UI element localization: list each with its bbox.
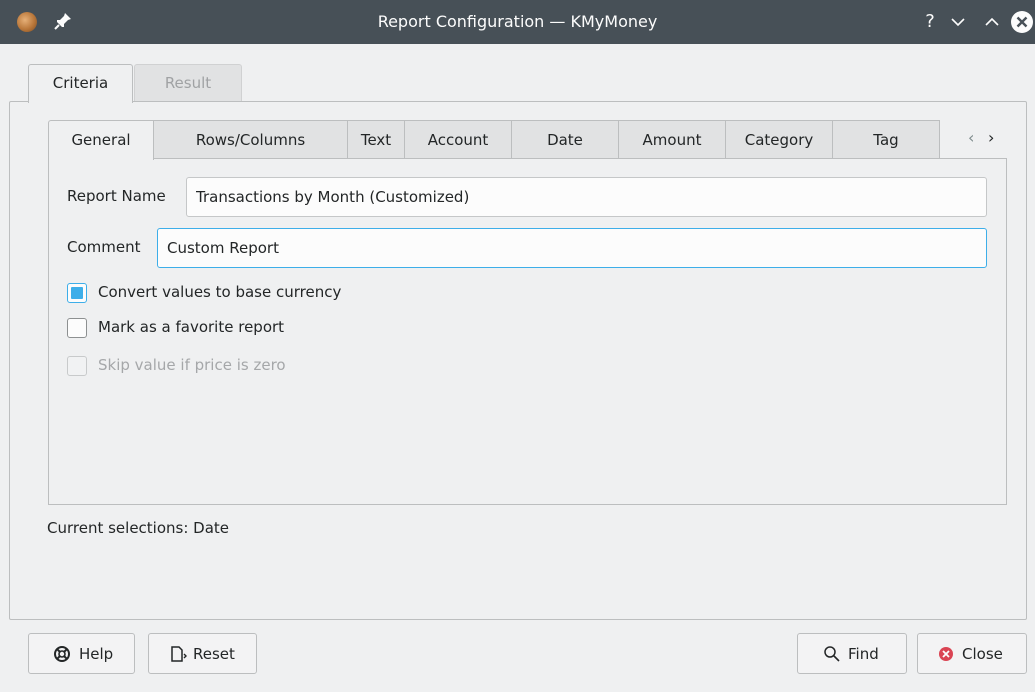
search-icon bbox=[824, 646, 840, 662]
tab-rows-columns[interactable]: Rows/Columns bbox=[154, 120, 348, 159]
tab-scroll-buttons: ‹ › bbox=[940, 120, 1010, 159]
comment-input[interactable] bbox=[157, 228, 987, 268]
report-name-input[interactable] bbox=[186, 177, 987, 217]
skip-zero-price-checkbox bbox=[67, 356, 87, 376]
close-button-label: Close bbox=[962, 645, 1003, 663]
favorite-report-label: Mark as a favorite report bbox=[98, 318, 285, 336]
close-window-icon[interactable] bbox=[1010, 10, 1034, 34]
tab-criteria[interactable]: Criteria bbox=[28, 64, 133, 103]
current-selections-text: Current selections: Date bbox=[47, 519, 230, 537]
convert-base-currency-label: Convert values to base currency bbox=[98, 283, 342, 301]
help-button[interactable]: Help bbox=[28, 633, 135, 674]
report-name-label: Report Name bbox=[67, 187, 166, 205]
help-button-label: Help bbox=[79, 645, 114, 663]
context-help-button[interactable]: ? bbox=[918, 10, 942, 34]
scroll-tabs-right-icon[interactable]: › bbox=[988, 128, 994, 147]
title-bar: Report Configuration — KMyMoney ? bbox=[0, 0, 1035, 44]
maximize-icon[interactable] bbox=[980, 10, 1004, 34]
tab-amount[interactable]: Amount bbox=[619, 120, 726, 159]
skip-zero-price-label: Skip value if price is zero bbox=[98, 356, 286, 374]
tab-date[interactable]: Date bbox=[512, 120, 619, 159]
reset-button[interactable]: Reset bbox=[148, 633, 257, 674]
help-lifebuoy-icon bbox=[54, 646, 70, 662]
window-title: Report Configuration — KMyMoney bbox=[377, 12, 658, 31]
favorite-report-checkbox[interactable] bbox=[67, 318, 87, 338]
comment-label: Comment bbox=[67, 238, 141, 256]
tab-result[interactable]: Result bbox=[134, 64, 242, 102]
tab-account[interactable]: Account bbox=[405, 120, 512, 159]
find-button[interactable]: Find bbox=[797, 633, 907, 674]
reset-document-icon bbox=[171, 646, 187, 662]
reset-button-label: Reset bbox=[193, 645, 235, 663]
tab-tag[interactable]: Tag bbox=[833, 120, 940, 159]
find-button-label: Find bbox=[848, 645, 879, 663]
inner-tab-bar: General Rows/Columns Text Account Date A… bbox=[48, 120, 1010, 160]
scroll-tabs-left-icon[interactable]: ‹ bbox=[968, 128, 974, 147]
tab-text[interactable]: Text bbox=[348, 120, 405, 159]
tab-category[interactable]: Category bbox=[726, 120, 833, 159]
close-button[interactable]: Close bbox=[917, 633, 1027, 674]
minimize-icon[interactable] bbox=[946, 10, 970, 34]
tab-general[interactable]: General bbox=[48, 120, 154, 160]
close-icon bbox=[939, 647, 953, 661]
convert-base-currency-checkbox[interactable] bbox=[67, 283, 87, 303]
